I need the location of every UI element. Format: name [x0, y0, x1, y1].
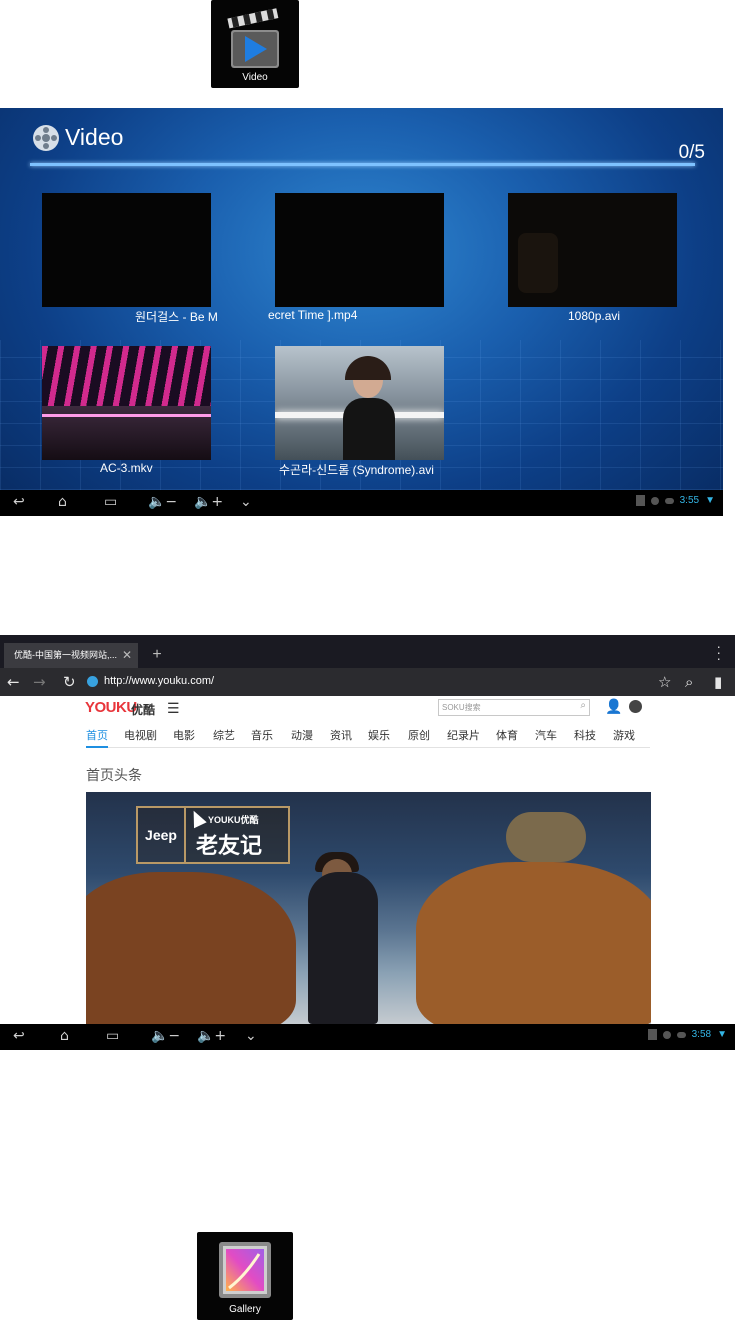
gallery-icon: [219, 1242, 271, 1298]
video-filename: 1080p.avi: [568, 309, 621, 323]
bookmark-star-icon[interactable]: ☆: [658, 673, 671, 691]
url-bar: ← → ↻ http://www.youku.com/ ☆ ⌕ ▮: [0, 668, 735, 696]
new-tab-icon[interactable]: +: [146, 644, 168, 666]
menu-icon[interactable]: ☰: [167, 700, 180, 717]
usb-icon: [676, 1031, 686, 1038]
nav-item[interactable]: 游戏: [613, 727, 635, 743]
youku-logo-cn: 优酷: [131, 703, 156, 717]
film-reel-icon: [33, 124, 59, 151]
volume-down-icon[interactable]: 🔈−: [148, 494, 177, 510]
man-figure: [308, 872, 378, 1024]
camel-shape: [86, 872, 296, 1024]
collapse-icon[interactable]: ⌄: [240, 494, 252, 510]
banner-title: 老友记: [196, 833, 263, 859]
header-divider: [30, 163, 695, 166]
status-clock: 3:55: [679, 495, 700, 506]
url-field[interactable]: http://www.youku.com/: [104, 675, 214, 687]
nav-item[interactable]: 电视剧: [124, 727, 157, 743]
search-icon[interactable]: ⌕: [685, 673, 693, 691]
selection-count: 0/5: [678, 142, 705, 163]
video-app-icon[interactable]: Video: [211, 0, 299, 88]
site-favicon-icon: [87, 676, 98, 687]
volume-up-icon[interactable]: 🔈+: [197, 1028, 226, 1044]
volume-up-icon[interactable]: 🔈+: [194, 494, 223, 510]
site-search-input[interactable]: SOKU搜索 ⌕: [438, 699, 590, 716]
video-app-label: Video: [242, 72, 268, 83]
volume-down-icon[interactable]: 🔈−: [151, 1028, 180, 1044]
nav-item-home[interactable]: 首页: [86, 727, 108, 743]
system-nav-bar: ↩ ⌂ ▭ 🔈− 🔈+ ⌄ 3:58 ▼: [0, 1024, 735, 1050]
collapse-icon[interactable]: ⌄: [245, 1028, 257, 1044]
tab-bar: 优酷-中国第一视频网站,... ✕ + · · ·: [0, 635, 735, 668]
home-icon[interactable]: ⌂: [58, 494, 67, 510]
back-icon[interactable]: ↩: [13, 1028, 25, 1044]
bookmarks-icon[interactable]: ▮: [714, 673, 722, 691]
browser-screenshot: 优酷-中国第一视频网站,... ✕ + · · · ← → ↻ http://www…: [0, 635, 735, 1050]
video-filename: 원더걸스 - Be M: [135, 310, 218, 324]
browser-tab[interactable]: 优酷-中国第一视频网站,... ✕: [4, 643, 138, 668]
search-placeholder: SOKU搜索: [442, 703, 481, 712]
video-filename: ecret Time ].mp4: [268, 308, 358, 322]
camel-shape: [416, 862, 651, 1024]
nav-active-indicator: [86, 746, 108, 748]
history-icon[interactable]: [629, 700, 642, 713]
nav-item[interactable]: 原创: [408, 727, 430, 743]
system-nav-bar: ↩ ⌂ ▭ 🔈− 🔈+ ⌄ 3:55 ▼: [0, 490, 723, 516]
nav-item[interactable]: 音乐: [251, 727, 273, 743]
close-tab-icon[interactable]: ✕: [122, 643, 132, 668]
forward-arrow-icon[interactable]: →: [33, 673, 46, 691]
sd-card-icon: [635, 495, 645, 506]
nav-item[interactable]: 体育: [496, 727, 518, 743]
clapperboard-icon: [227, 8, 279, 68]
sponsor-badge: Jeep: [136, 806, 186, 864]
nav-item[interactable]: 综艺: [213, 727, 235, 743]
usb-icon: [664, 497, 674, 504]
video-filename: AC-3.mkv: [100, 461, 153, 475]
nav-item[interactable]: 动漫: [291, 727, 313, 743]
status-area: 3:55 ▼: [635, 495, 715, 506]
home-icon[interactable]: ⌂: [60, 1028, 69, 1044]
nav-item[interactable]: 娱乐: [368, 727, 390, 743]
banner-brand: YOUKU优酷: [208, 815, 259, 825]
back-icon[interactable]: ↩: [13, 494, 25, 510]
nav-item[interactable]: 科技: [574, 727, 596, 743]
site-nav: 首页 电视剧 电影 综艺 音乐 动漫 资讯 娱乐 原创 纪录片 体育 汽车 科技…: [86, 727, 650, 748]
notification-dot-icon: [662, 1030, 671, 1039]
gallery-app-icon[interactable]: Gallery: [197, 1232, 293, 1320]
video-filename: 수곤라-신드롬 (Syndrome).avi: [279, 463, 434, 477]
overflow-menu-icon[interactable]: · · ·: [716, 639, 721, 665]
video-thumbnail[interactable]: [42, 193, 211, 307]
video-thumbnail[interactable]: [275, 346, 444, 460]
video-thumbnail[interactable]: [508, 193, 677, 307]
wifi-icon: ▼: [705, 495, 715, 506]
sd-card-icon: [647, 1029, 657, 1040]
recent-apps-icon[interactable]: ▭: [104, 494, 117, 510]
search-icon[interactable]: ⌕: [580, 700, 586, 711]
youku-logo[interactable]: YOUKU: [85, 699, 137, 716]
site-header: YOUKU 优酷 ☰ SOKU搜索 ⌕ 👤: [0, 696, 735, 720]
hero-banner[interactable]: Jeep YOUKU优酷 老友记: [86, 792, 651, 1024]
notification-dot-icon: [650, 496, 659, 505]
section-title: 首页头条: [86, 767, 142, 783]
nav-item[interactable]: 纪录片: [447, 727, 480, 743]
tab-title: 优酷-中国第一视频网站,...: [14, 650, 117, 660]
nav-item[interactable]: 资讯: [330, 727, 352, 743]
video-thumbnail[interactable]: [42, 346, 211, 460]
user-icon[interactable]: 👤: [605, 698, 622, 715]
gallery-app-label: Gallery: [229, 1304, 261, 1315]
wifi-icon: ▼: [717, 1029, 727, 1040]
nav-item[interactable]: 汽车: [535, 727, 557, 743]
video-header: Video: [33, 124, 123, 151]
back-arrow-icon[interactable]: ←: [7, 673, 20, 691]
video-thumbnail[interactable]: [275, 193, 444, 307]
status-area: 3:58 ▼: [647, 1029, 727, 1040]
nav-item[interactable]: 电影: [173, 727, 195, 743]
recent-apps-icon[interactable]: ▭: [106, 1028, 119, 1044]
video-app-screenshot: Video 0/5 원더걸스 - Be M ecret Time ].mp4 1…: [0, 108, 723, 516]
status-clock: 3:58: [691, 1029, 712, 1040]
reload-icon[interactable]: ↻: [63, 673, 76, 691]
video-app-title: Video: [65, 124, 124, 150]
